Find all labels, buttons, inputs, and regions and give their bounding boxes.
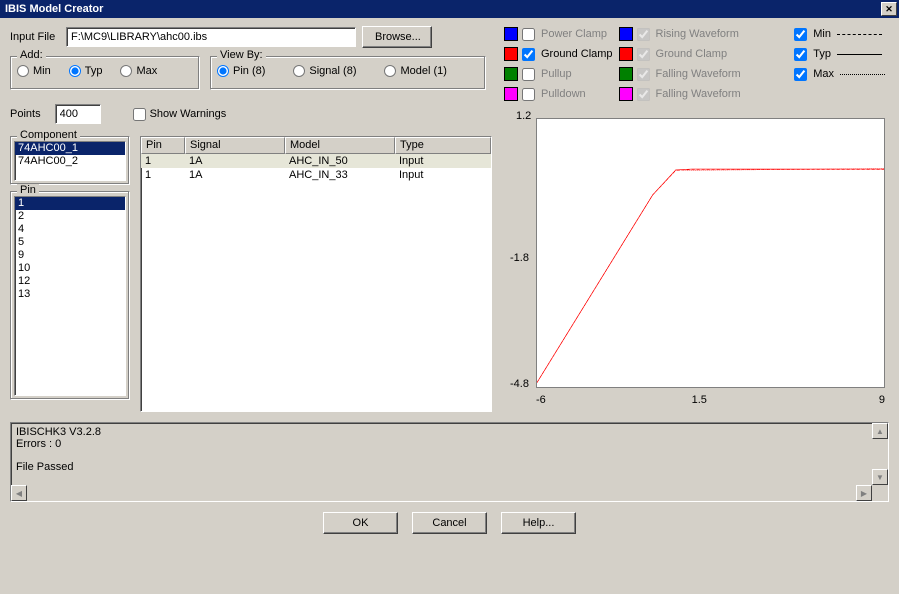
add-typ-radio[interactable]: Typ [69, 65, 103, 77]
legend-typ-checkbox[interactable] [794, 48, 807, 61]
add-max-radio[interactable]: Max [120, 65, 157, 77]
scroll-up-icon[interactable]: ▲ [872, 423, 888, 439]
pulldown-checkbox[interactable] [522, 88, 535, 101]
titlebar: IBIS Model Creator ✕ [0, 0, 899, 18]
input-file-field[interactable] [66, 27, 356, 47]
pin-legend: Pin [17, 184, 39, 196]
show-warnings-checkbox[interactable]: Show Warnings [133, 108, 227, 121]
scrollbar-vertical[interactable]: ▲ ▼ [872, 423, 888, 485]
fallingwf2-checkbox[interactable] [637, 88, 650, 101]
pin-listbox[interactable]: 1 2 4 5 9 10 12 13 [14, 196, 126, 396]
viewby-model-radio[interactable]: Model (1) [384, 65, 446, 77]
fallingwf-swatch [619, 67, 633, 81]
close-button[interactable]: ✕ [881, 2, 897, 16]
powerclamp-checkbox[interactable] [522, 28, 535, 41]
window-title: IBIS Model Creator [2, 3, 881, 15]
list-item[interactable]: 74AHC00_2 [15, 155, 125, 168]
points-field[interactable] [55, 104, 101, 124]
browse-button[interactable]: Browse... [362, 26, 432, 48]
list-item[interactable]: 12 [15, 275, 125, 288]
ok-button[interactable]: OK [323, 512, 398, 534]
scroll-down-icon[interactable]: ▼ [872, 469, 888, 485]
scrollbar-horizontal[interactable]: ◀ ▶ [11, 485, 872, 501]
scroll-left-icon[interactable]: ◀ [11, 485, 27, 501]
min-linestyle-icon [837, 34, 882, 35]
list-item[interactable]: 1 [15, 197, 125, 210]
max-linestyle-icon [840, 74, 885, 75]
component-legend: Component [17, 129, 80, 141]
pullup-swatch [504, 67, 518, 81]
viewby-pin-radio[interactable]: Pin (8) [217, 65, 265, 77]
table-row[interactable]: 1 1A AHC_IN_50 Input [141, 154, 491, 168]
log-panel: IBISCHK3 V3.2.8 Errors : 0 File Passed ▲… [10, 422, 889, 502]
cancel-button[interactable]: Cancel [412, 512, 487, 534]
viewby-fieldset: View By: Pin (8) Signal (8) Model (1) [210, 56, 486, 90]
add-min-radio[interactable]: Min [17, 65, 51, 77]
xtick-mid: 1.5 [692, 394, 707, 406]
pin-fieldset: Pin 1 2 4 5 9 10 12 13 [10, 191, 130, 400]
add-legend: Add: [17, 49, 46, 61]
typ-linestyle-icon [837, 54, 882, 55]
log-line: File Passed [16, 461, 883, 473]
risingwf-checkbox[interactable] [637, 28, 650, 41]
list-item[interactable]: 9 [15, 249, 125, 262]
scroll-right-icon[interactable]: ▶ [856, 485, 872, 501]
legend-max-checkbox[interactable] [794, 68, 807, 81]
ytick-mid: -1.8 [510, 252, 529, 264]
viewby-legend: View By: [217, 49, 266, 61]
fallingwf2-swatch [619, 87, 633, 101]
legend-min-checkbox[interactable] [794, 28, 807, 41]
risingwf-swatch [619, 27, 633, 41]
chart-area: 1.2 -1.8 -4.8 -6 1.5 9 [502, 108, 889, 408]
groundclamp-checkbox[interactable] [522, 48, 535, 61]
list-item[interactable]: 74AHC00_1 [15, 142, 125, 155]
chart-plot [536, 118, 885, 388]
list-item[interactable]: 4 [15, 223, 125, 236]
component-listbox[interactable]: 74AHC00_1 74AHC00_2 [14, 141, 126, 181]
groundclamp-swatch [504, 47, 518, 61]
help-button[interactable]: Help... [501, 512, 576, 534]
fallingwf-checkbox[interactable] [637, 68, 650, 81]
list-item[interactable]: 13 [15, 288, 125, 301]
table-row[interactable]: 1 1A AHC_IN_33 Input [141, 168, 491, 182]
groundclamp2-swatch [619, 47, 633, 61]
list-item[interactable]: 2 [15, 210, 125, 223]
model-table[interactable]: Pin Signal Model Type 1 1A AHC_IN_50 Inp… [140, 136, 492, 412]
powerclamp-swatch [504, 27, 518, 41]
xtick-left: -6 [536, 394, 546, 406]
list-item[interactable]: 5 [15, 236, 125, 249]
ytick-bot: -4.8 [510, 378, 529, 390]
ytick-top: 1.2 [516, 110, 531, 122]
viewby-signal-radio[interactable]: Signal (8) [293, 65, 356, 77]
pulldown-swatch [504, 87, 518, 101]
log-line: Errors : 0 [16, 438, 883, 450]
list-item[interactable]: 10 [15, 262, 125, 275]
pullup-checkbox[interactable] [522, 68, 535, 81]
add-fieldset: Add: Min Typ Max [10, 56, 200, 90]
groundclamp2-checkbox[interactable] [637, 48, 650, 61]
table-header: Pin Signal Model Type [141, 137, 491, 154]
input-file-label: Input File [10, 31, 60, 43]
xtick-right: 9 [879, 394, 885, 406]
component-fieldset: Component 74AHC00_1 74AHC00_2 [10, 136, 130, 185]
log-line: IBISCHK3 V3.2.8 [16, 426, 883, 438]
points-label: Points [10, 108, 41, 120]
